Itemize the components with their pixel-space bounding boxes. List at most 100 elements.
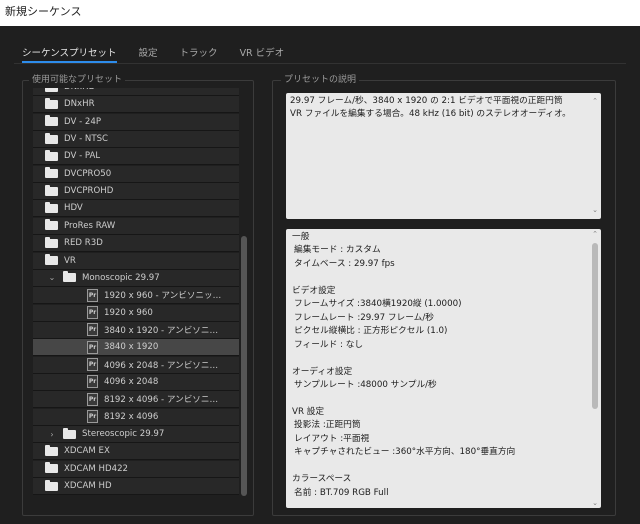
tree-folder-row[interactable]: DVCPRO50 bbox=[33, 165, 239, 183]
tree-folder-row[interactable]: VR bbox=[33, 252, 239, 270]
folder-icon bbox=[45, 201, 58, 213]
tree-folder-row[interactable]: DNxHD bbox=[33, 88, 239, 96]
premiere-preset-icon: Pr bbox=[87, 306, 98, 320]
folder-icon bbox=[45, 479, 58, 491]
folder-icon bbox=[45, 184, 58, 196]
tree-item-label: 1920 x 960 bbox=[104, 307, 153, 318]
tree-item-label: 4096 x 2048 - アンビソニ… bbox=[104, 360, 219, 371]
details-scrollbar-thumb[interactable] bbox=[592, 243, 598, 409]
folder-icon bbox=[45, 219, 58, 231]
tree-folder-row[interactable]: DV - NTSC bbox=[33, 131, 239, 149]
tree-folder-row[interactable]: RED R3D bbox=[33, 235, 239, 253]
tree-item-label: DNxHD bbox=[64, 88, 95, 92]
tree-item-label: HDV bbox=[64, 203, 83, 214]
tree-item-label: 8192 x 4096 bbox=[104, 411, 159, 422]
tree-folder-row[interactable]: ProRes RAW bbox=[33, 217, 239, 235]
tab-vr-video[interactable]: VR ビデオ bbox=[240, 43, 285, 63]
tree-item-label: 1920 x 960 - アンビソニッ… bbox=[104, 291, 222, 302]
detail-value-line: 投影法 :正距円筒 bbox=[294, 420, 361, 431]
tree-preset-row[interactable]: Pr 8192 x 4096 bbox=[33, 408, 239, 426]
tab-divider bbox=[14, 63, 626, 64]
preset-tree[interactable]: DNxHD DNxHR DV - 24P DV - NTSC DV - PAL DVCPR… bbox=[33, 88, 239, 510]
tree-item-label: RED R3D bbox=[64, 238, 103, 249]
tree-item-label: 4096 x 2048 bbox=[104, 376, 159, 387]
tree-preset-row[interactable]: Pr 3840 x 1920 - アンビソニ… bbox=[33, 321, 239, 339]
tree-item-label: DNxHR bbox=[64, 99, 95, 110]
detail-value-line: フィールド : なし bbox=[294, 339, 364, 350]
tree-item-label: DV - PAL bbox=[64, 151, 101, 162]
tree-item-label: XDCAM HD422 bbox=[64, 463, 129, 474]
tree-preset-row[interactable]: Pr 3840 x 1920 bbox=[33, 339, 239, 357]
description-line: 29.97 フレーム/秒、3840 x 1920 の 2:1 ビデオで平面視の正… bbox=[290, 96, 563, 106]
tree-folder-row[interactable]: XDCAM HD bbox=[33, 478, 239, 496]
tree-item-label: DVCPRO50 bbox=[64, 168, 112, 179]
folder-icon bbox=[45, 444, 58, 456]
tree-folder-row[interactable]: DV - PAL bbox=[33, 148, 239, 166]
tab-bar: シーケンスプリセット 設定 トラック VR ビデオ bbox=[22, 43, 306, 63]
scroll-down-arrow-icon[interactable]: ⌄ bbox=[592, 204, 598, 217]
scroll-up-arrow-icon[interactable]: ⌃ bbox=[592, 230, 598, 238]
tab-sequence-presets[interactable]: シーケンスプリセット bbox=[22, 43, 117, 63]
tab-settings[interactable]: 設定 bbox=[139, 43, 158, 63]
tree-item-label: DV - NTSC bbox=[64, 134, 109, 145]
window-title: 新規シーケンス bbox=[0, 0, 640, 26]
preset-details-box: ⌃ ⌄ 一般 編集モード : カスタム タイムベース : 29.97 fps ビデオ設… bbox=[286, 229, 601, 508]
preset-description-legend: プリセットの説明 bbox=[281, 74, 360, 86]
tree-item-label: Stereoscopic 29.97 bbox=[82, 429, 165, 439]
folder-icon bbox=[45, 149, 58, 161]
chevron-down-icon[interactable]: ⌄ bbox=[47, 273, 57, 282]
detail-value-line: ピクセル縦横比 : 正方形ピクセル (1.0) bbox=[294, 326, 448, 337]
tree-item-label: XDCAM HD bbox=[64, 481, 112, 492]
scroll-up-arrow-icon[interactable]: ⌃ bbox=[592, 95, 598, 108]
tree-item-label: XDCAM EX bbox=[64, 446, 110, 457]
detail-section-heading: カラースペース bbox=[292, 474, 352, 485]
detail-value-line: 名前 : BT.709 RGB Full bbox=[294, 487, 389, 498]
folder-icon bbox=[45, 132, 58, 144]
premiere-preset-icon: Pr bbox=[87, 410, 98, 424]
chevron-right-icon[interactable]: › bbox=[47, 430, 57, 439]
tab-tracks[interactable]: トラック bbox=[180, 43, 218, 63]
premiere-preset-icon: Pr bbox=[87, 375, 98, 389]
tree-folder-row[interactable]: XDCAM EX bbox=[33, 443, 239, 461]
detail-value-line: フレームサイズ :3840横1920縦 (1.0000) bbox=[294, 299, 462, 310]
tree-preset-row[interactable]: Pr 8192 x 4096 - アンビソニ… bbox=[33, 391, 239, 409]
scroll-down-arrow-icon[interactable]: ⌄ bbox=[592, 499, 598, 507]
description-line: VR ファイルを編集する場合。48 kHz (16 bit) のステレオオーディ… bbox=[290, 109, 571, 119]
available-presets-legend: 使用可能なプリセット bbox=[29, 74, 126, 86]
detail-value-line: キャプチャされたビュー :360°水平方向、180°垂直方向 bbox=[294, 447, 516, 458]
folder-icon bbox=[63, 271, 76, 283]
premiere-preset-icon: Pr bbox=[87, 288, 98, 302]
detail-value-line: サンプルレート :48000 サンプル/秒 bbox=[294, 379, 437, 390]
folder-icon bbox=[45, 462, 58, 474]
tree-preset-row[interactable]: Pr 1920 x 960 bbox=[33, 304, 239, 322]
tree-preset-row[interactable]: Pr 4096 x 2048 - アンビソニ… bbox=[33, 356, 239, 374]
folder-icon bbox=[45, 97, 58, 109]
tree-folder-row[interactable]: DV - 24P bbox=[33, 113, 239, 131]
preset-description-box: 29.97 フレーム/秒、3840 x 1920 の 2:1 ビデオで平面視の正… bbox=[286, 93, 601, 219]
detail-value-line: レイアウト :平面視 bbox=[294, 433, 370, 444]
detail-value-line: フレームレート :29.97 フレーム/秒 bbox=[294, 312, 434, 323]
folder-icon bbox=[45, 167, 58, 179]
detail-section-heading: VR 設定 bbox=[292, 406, 325, 417]
tree-item-label: VR bbox=[64, 255, 76, 266]
premiere-preset-icon: Pr bbox=[87, 323, 98, 337]
tree-folder-row[interactable]: XDCAM HD422 bbox=[33, 460, 239, 478]
tree-folder-row[interactable]: HDV bbox=[33, 200, 239, 218]
tree-preset-row[interactable]: Pr 1920 x 960 - アンビソニッ… bbox=[33, 287, 239, 305]
tree-folder-row[interactable]: › Stereoscopic 29.97 bbox=[33, 426, 239, 443]
tree-item-label: 3840 x 1920 bbox=[104, 342, 159, 353]
preset-tree-scrollbar[interactable] bbox=[241, 236, 247, 496]
folder-icon bbox=[45, 115, 58, 127]
tree-folder-row[interactable]: ⌄ Monoscopic 29.97 bbox=[33, 269, 239, 287]
tree-item-label: Monoscopic 29.97 bbox=[82, 272, 160, 283]
folder-icon bbox=[45, 236, 58, 248]
tree-folder-row[interactable]: DNxHR bbox=[33, 96, 239, 114]
detail-value-line: タイムベース : 29.97 fps bbox=[294, 258, 395, 269]
tree-preset-row[interactable]: Pr 4096 x 2048 bbox=[33, 373, 239, 391]
detail-section-heading: 一般 bbox=[292, 232, 310, 242]
detail-section-heading: ビデオ設定 bbox=[292, 285, 336, 296]
tree-folder-row[interactable]: DVCPROHD bbox=[33, 183, 239, 201]
folder-icon bbox=[63, 427, 76, 439]
folder-icon bbox=[45, 254, 58, 265]
folder-icon bbox=[45, 88, 58, 92]
